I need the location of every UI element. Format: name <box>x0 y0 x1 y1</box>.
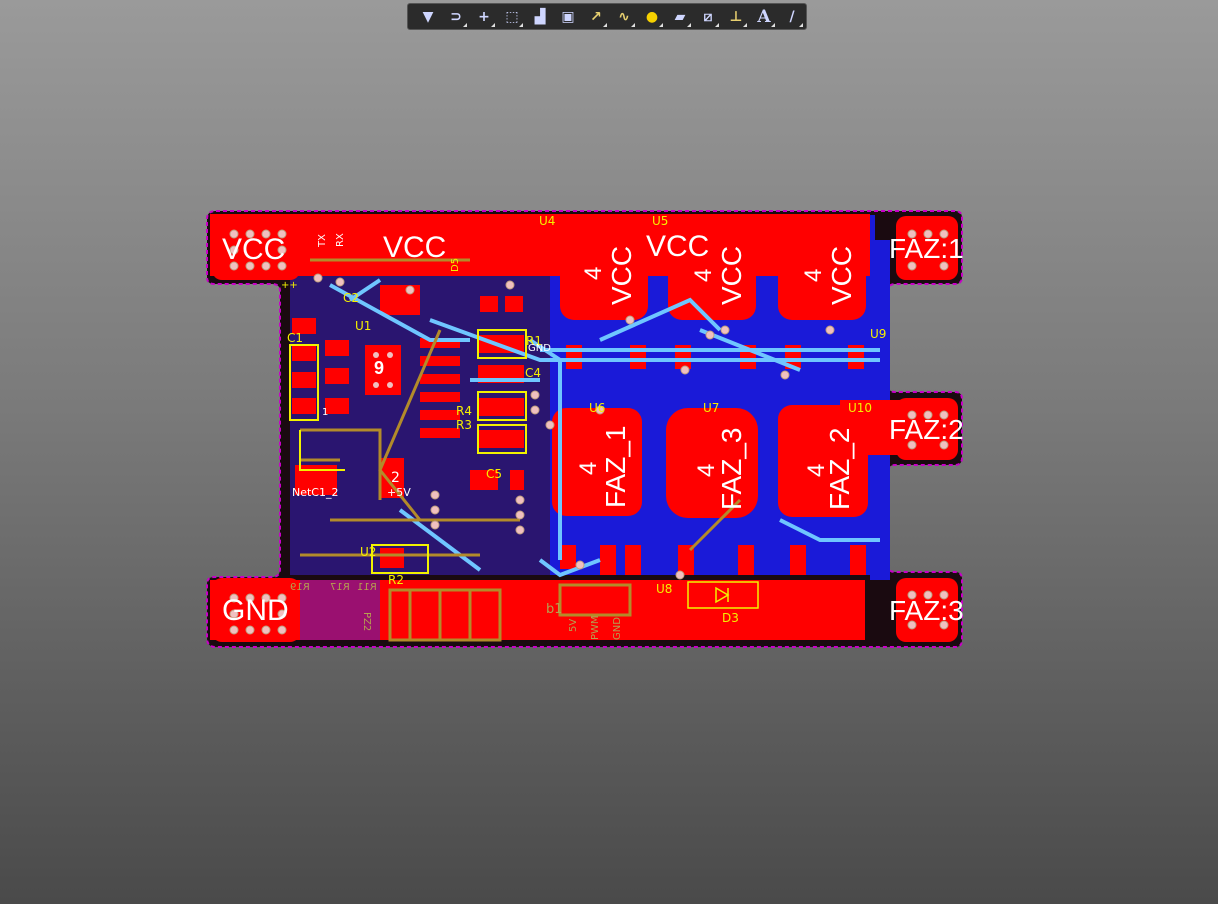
refdes-d3: D3 <box>722 611 739 625</box>
label-vcc-left: VCC <box>222 233 286 266</box>
refdes-u5: U5 <box>652 214 669 228</box>
refdes-c5: C5 <box>486 467 503 481</box>
label-nine: 9 <box>374 358 385 378</box>
label-pwm: PWM <box>590 615 601 640</box>
label-pin4-a: 4 <box>580 266 607 280</box>
refdes-u9: U9 <box>870 327 887 341</box>
label-r17: R17 <box>330 582 350 593</box>
label-pz2: PZ2 <box>361 612 372 632</box>
refdes-u4: U4 <box>539 214 556 228</box>
refdes-u1: U1 <box>355 319 372 333</box>
label-vcc-top: VCC <box>383 231 447 264</box>
refdes-u6: U6 <box>589 401 606 415</box>
refdes-c1: C1 <box>287 331 304 345</box>
refdes-c2: C2 <box>343 291 360 305</box>
label-rx: RX <box>335 233 346 247</box>
label-pin4-f: 4 <box>803 463 830 477</box>
label-5v: 5V <box>568 618 579 632</box>
label-ds: D5 <box>450 257 461 272</box>
refdes-r3: R3 <box>456 418 472 432</box>
label-r19: R19 <box>290 582 310 593</box>
refdes-u7: U7 <box>703 401 720 415</box>
label-gnd-v: GND <box>612 617 623 640</box>
label-plus5v: +5V <box>387 486 411 499</box>
label-tx: TX <box>317 234 328 247</box>
label-b1: b1 <box>546 602 563 617</box>
label-gnd-small: GND <box>528 343 551 354</box>
label-u5-vcc: VCC <box>716 245 747 305</box>
label-faz1: FAZ:1 <box>889 233 964 264</box>
label-u6-faz: FAZ_1 <box>600 425 631 508</box>
label-vcc-mid: VCC <box>646 230 710 263</box>
label-u4-vcc: VCC <box>606 245 637 305</box>
label-one: 1 <box>322 407 329 418</box>
label-faz3: FAZ:3 <box>889 595 964 626</box>
label-netc1: NetC1_2 <box>292 486 339 499</box>
label-pin4-b: 4 <box>690 268 717 282</box>
label-u9-vcc: VCC <box>826 245 857 305</box>
label-gnd: GND <box>222 594 289 627</box>
label-two: 2 <box>391 470 400 486</box>
refdes-u10: U10 <box>848 401 873 415</box>
refdes-r4: R4 <box>456 404 472 418</box>
refdes-c4: C4 <box>525 366 542 380</box>
label-faz2: FAZ:2 <box>889 414 964 445</box>
refdes-u8: U8 <box>656 582 673 596</box>
label-r11: R11 <box>357 582 377 593</box>
label-pin4-d: 4 <box>575 461 602 475</box>
label-pin4-e: 4 <box>693 463 720 477</box>
refdes-r2: R2 <box>388 573 404 587</box>
label-pin4-c: 4 <box>800 268 827 282</box>
label-plusplus: ++ <box>281 280 298 291</box>
refdes-u2: U2 <box>360 545 377 559</box>
